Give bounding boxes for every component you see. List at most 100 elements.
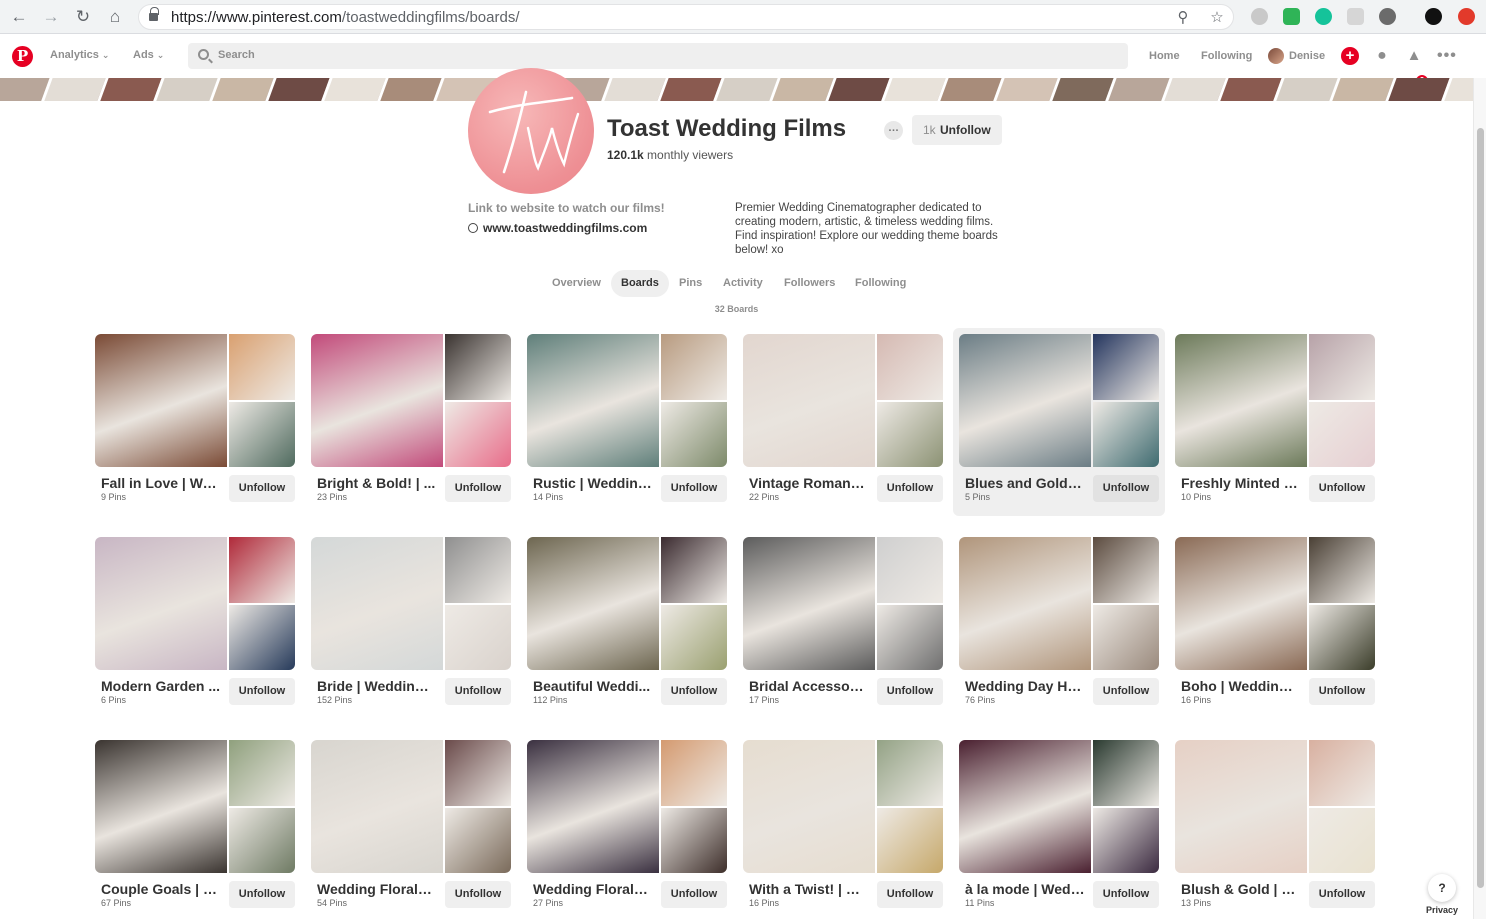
board-unfollow-button[interactable]: Unfollow bbox=[661, 881, 727, 908]
board-cover-images[interactable] bbox=[311, 740, 511, 873]
extension-icon[interactable] bbox=[1283, 8, 1300, 25]
board-card[interactable]: Wedding Day Ha... 76 Pins Unfollow bbox=[959, 537, 1159, 717]
website-link[interactable]: www.toastweddingfilms.com bbox=[468, 221, 647, 235]
board-card[interactable]: Couple Goals | x... 67 Pins Unfollow bbox=[95, 740, 295, 920]
search-input[interactable]: Search bbox=[188, 43, 1128, 69]
tab-following[interactable]: Following bbox=[845, 270, 916, 297]
board-card[interactable]: Bridal Accessori... 17 Pins Unfollow bbox=[743, 537, 943, 717]
board-card[interactable]: Blush & Gold | W... 13 Pins Unfollow bbox=[1175, 740, 1375, 920]
board-title[interactable]: Boho | Wedding ... bbox=[1181, 678, 1301, 694]
board-title[interactable]: à la mode | Wedd... bbox=[965, 881, 1085, 897]
board-unfollow-button[interactable]: Unfollow bbox=[445, 678, 511, 705]
board-cover-images[interactable] bbox=[959, 740, 1159, 873]
tab-boards[interactable]: Boards bbox=[611, 270, 669, 297]
board-title[interactable]: Wedding Florals ... bbox=[533, 881, 653, 897]
board-title[interactable]: Couple Goals | x... bbox=[101, 881, 221, 897]
board-unfollow-button[interactable]: Unfollow bbox=[229, 678, 295, 705]
board-card[interactable]: With a Twist! | W... 16 Pins Unfollow bbox=[743, 740, 943, 920]
board-title[interactable]: Wedding Day Ha... bbox=[965, 678, 1085, 694]
board-title[interactable]: Rustic | Wedding... bbox=[533, 475, 653, 491]
board-card[interactable]: Blues and Golds ... 5 Pins Unfollow bbox=[953, 328, 1165, 516]
board-unfollow-button[interactable]: Unfollow bbox=[1093, 881, 1159, 908]
board-unfollow-button[interactable]: Unfollow bbox=[445, 475, 511, 502]
extension-icon[interactable] bbox=[1458, 8, 1475, 25]
board-unfollow-button[interactable]: Unfollow bbox=[1093, 475, 1159, 502]
board-cover-images[interactable] bbox=[1175, 740, 1375, 873]
board-title[interactable]: With a Twist! | W... bbox=[749, 881, 869, 897]
board-card[interactable]: Beautiful Weddi... 112 Pins Unfollow bbox=[527, 537, 727, 717]
profile-icon[interactable] bbox=[1425, 8, 1442, 25]
board-unfollow-button[interactable]: Unfollow bbox=[229, 881, 295, 908]
board-cover-images[interactable] bbox=[311, 334, 511, 467]
board-title[interactable]: Blush & Gold | W... bbox=[1181, 881, 1301, 897]
board-cover-images[interactable] bbox=[959, 537, 1159, 670]
add-icon[interactable]: + bbox=[1341, 47, 1359, 65]
board-card[interactable]: Rustic | Wedding... 14 Pins Unfollow bbox=[527, 334, 727, 514]
home-icon[interactable]: ⌂ bbox=[104, 6, 126, 28]
forward-icon[interactable]: → bbox=[40, 6, 62, 28]
user-name-link[interactable]: Denise bbox=[1289, 50, 1325, 62]
messages-icon[interactable]: ● bbox=[1373, 47, 1391, 65]
board-cover-images[interactable] bbox=[527, 537, 727, 670]
board-cover-images[interactable] bbox=[95, 537, 295, 670]
board-card[interactable]: Fall in Love | We... 9 Pins Unfollow bbox=[95, 334, 295, 514]
board-unfollow-button[interactable]: Unfollow bbox=[1309, 678, 1375, 705]
board-title[interactable]: Blues and Golds ... bbox=[965, 475, 1085, 491]
board-unfollow-button[interactable]: Unfollow bbox=[1309, 881, 1375, 908]
board-title[interactable]: Bridal Accessori... bbox=[749, 678, 869, 694]
bookmark-star-icon[interactable]: ☆ bbox=[1207, 8, 1227, 28]
pinterest-extension-icon[interactable] bbox=[1379, 8, 1396, 25]
analytics-menu[interactable]: Analytics ⌄ bbox=[50, 49, 109, 61]
board-title[interactable]: Wedding Florals ... bbox=[317, 881, 437, 897]
profile-more-button[interactable]: … bbox=[884, 121, 903, 140]
board-cover-images[interactable] bbox=[743, 537, 943, 670]
board-unfollow-button[interactable]: Unfollow bbox=[229, 475, 295, 502]
board-card[interactable]: Wedding Florals ... 54 Pins Unfollow bbox=[311, 740, 511, 920]
board-unfollow-button[interactable]: Unfollow bbox=[661, 475, 727, 502]
scrollbar[interactable] bbox=[1473, 78, 1486, 919]
tab-activity[interactable]: Activity bbox=[713, 270, 773, 297]
board-cover-images[interactable] bbox=[95, 740, 295, 873]
privacy-link[interactable]: Privacy bbox=[1426, 905, 1458, 915]
tab-followers[interactable]: Followers bbox=[774, 270, 845, 297]
board-unfollow-button[interactable]: Unfollow bbox=[1093, 678, 1159, 705]
board-cover-images[interactable] bbox=[311, 537, 511, 670]
board-cover-images[interactable] bbox=[743, 740, 943, 873]
board-card[interactable]: Wedding Florals ... 27 Pins Unfollow bbox=[527, 740, 727, 920]
board-cover-images[interactable] bbox=[743, 334, 943, 467]
notifications-icon[interactable]: ▲ bbox=[1405, 47, 1423, 65]
board-unfollow-button[interactable]: Unfollow bbox=[877, 475, 943, 502]
board-title[interactable]: Bride | Wedding ... bbox=[317, 678, 437, 694]
address-bar[interactable]: https://www.pinterest.com/toastweddingfi… bbox=[138, 4, 1234, 30]
board-cover-images[interactable] bbox=[1175, 537, 1375, 670]
more-options-icon[interactable]: ••• bbox=[1437, 47, 1456, 65]
board-unfollow-button[interactable]: Unfollow bbox=[445, 881, 511, 908]
board-title[interactable]: Beautiful Weddi... bbox=[533, 678, 653, 694]
tab-overview[interactable]: Overview bbox=[542, 270, 611, 297]
board-cover-images[interactable] bbox=[527, 334, 727, 467]
tab-pins[interactable]: Pins bbox=[669, 270, 712, 297]
board-card[interactable]: Bright & Bold! | ... 23 Pins Unfollow bbox=[311, 334, 511, 514]
board-title[interactable]: Bright & Bold! | ... bbox=[317, 475, 437, 491]
board-title[interactable]: Fall in Love | We... bbox=[101, 475, 221, 491]
home-link[interactable]: Home bbox=[1149, 50, 1180, 62]
board-cover-images[interactable] bbox=[95, 334, 295, 467]
grammarly-icon[interactable] bbox=[1315, 8, 1332, 25]
board-card[interactable]: Freshly Minted | ... 10 Pins Unfollow bbox=[1175, 334, 1375, 514]
profile-unfollow-button[interactable]: 1k Unfollow bbox=[912, 115, 1002, 145]
board-unfollow-button[interactable]: Unfollow bbox=[1309, 475, 1375, 502]
board-card[interactable]: Modern Garden ... 6 Pins Unfollow bbox=[95, 537, 295, 717]
board-card[interactable]: à la mode | Wedd... 11 Pins Unfollow bbox=[959, 740, 1159, 920]
board-cover-images[interactable] bbox=[1175, 334, 1375, 467]
scrollbar-thumb[interactable] bbox=[1477, 128, 1484, 888]
following-link[interactable]: Following bbox=[1201, 50, 1252, 62]
board-title[interactable]: Freshly Minted | ... bbox=[1181, 475, 1301, 491]
board-cover-images[interactable] bbox=[959, 334, 1159, 467]
board-title[interactable]: Vintage Romanc... bbox=[749, 475, 869, 491]
board-unfollow-button[interactable]: Unfollow bbox=[877, 881, 943, 908]
extension-icon[interactable] bbox=[1251, 8, 1268, 25]
board-card[interactable]: Vintage Romanc... 22 Pins Unfollow bbox=[743, 334, 943, 514]
board-unfollow-button[interactable]: Unfollow bbox=[877, 678, 943, 705]
board-title[interactable]: Modern Garden ... bbox=[101, 678, 221, 694]
board-cover-images[interactable] bbox=[527, 740, 727, 873]
